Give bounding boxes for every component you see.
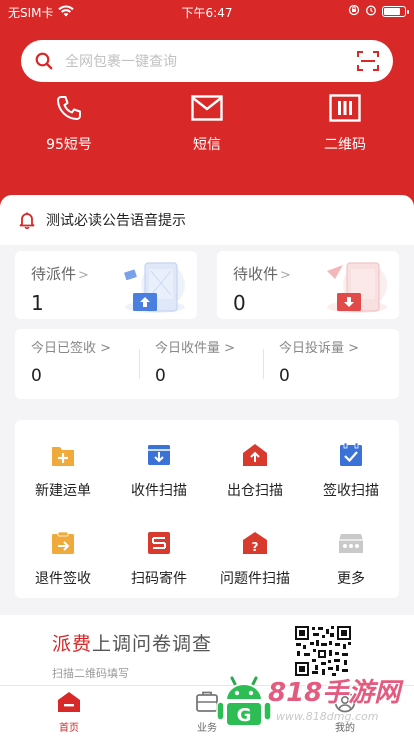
quick-action-label: 95短号 xyxy=(46,137,92,153)
announcement-bar[interactable]: 测试必读公告语音提示 xyxy=(0,195,414,245)
pending-delivery-card[interactable]: 待派件 > 1 xyxy=(15,251,197,319)
quick-action-short-number[interactable]: 95短号 xyxy=(14,94,124,154)
search-placeholder[interactable]: 全网包裹一键查询 xyxy=(65,51,357,71)
grid-item-label: 签收扫描 xyxy=(323,483,379,499)
status-bar: 无SIM卡 下午6:47 xyxy=(0,0,414,22)
function-grid: 新建运单 收件扫描 出仓扫描 签收扫描 退件签收 扫码寄件 ? 问题件扫描 更多 xyxy=(15,420,399,598)
banner-title-accent: 派费 xyxy=(52,633,93,655)
more-icon xyxy=(337,530,365,560)
announcement-text: 测试必读公告语音提示 xyxy=(46,213,186,229)
grid-item-label: 更多 xyxy=(337,571,365,587)
pending-delivery-count: 1 xyxy=(31,291,44,315)
grid-item-scan-send[interactable]: 扫码寄件 xyxy=(111,530,207,588)
phone-icon xyxy=(55,94,83,126)
stat-received-today[interactable]: 今日收件量 > 0 xyxy=(155,337,275,386)
watermark-text: 818手游网 xyxy=(268,678,401,708)
quick-actions: 95短号 短信 二维码 xyxy=(0,94,414,164)
grid-item-label: 退件签收 xyxy=(35,571,91,587)
outbound-scan-icon xyxy=(242,442,268,472)
scan-icon[interactable] xyxy=(357,50,379,72)
receive-scan-icon xyxy=(146,442,172,472)
android-mascot-icon: G xyxy=(216,674,272,736)
search-icon xyxy=(35,52,53,70)
home-icon xyxy=(57,691,81,717)
stat-value: 0 xyxy=(155,366,166,386)
quick-action-label: 短信 xyxy=(193,137,221,153)
grid-item-label: 出仓扫描 xyxy=(227,483,283,499)
alarm-icon xyxy=(365,4,377,19)
lock-rotation-icon xyxy=(348,4,360,19)
stat-divider xyxy=(139,349,140,379)
grid-item-return-sign[interactable]: 退件签收 xyxy=(15,530,111,588)
svg-text:?: ? xyxy=(252,540,259,554)
bell-icon xyxy=(18,211,36,229)
new-waybill-icon xyxy=(50,442,76,472)
pending-pickup-count: 0 xyxy=(233,291,246,315)
svg-text:G: G xyxy=(237,705,252,726)
grid-item-more[interactable]: 更多 xyxy=(303,530,399,588)
today-stats-panel: 今日已签收 > 0 今日收件量 > 0 今日投诉量 > 0 xyxy=(15,329,399,399)
stat-value: 0 xyxy=(279,366,290,386)
watermark-url: www.818dmg.com xyxy=(276,710,379,723)
quick-action-label: 二维码 xyxy=(324,137,366,153)
incoming-parcel-illustration xyxy=(313,257,389,319)
quick-action-qrcode[interactable]: 二维码 xyxy=(290,94,400,154)
sign-scan-icon xyxy=(338,442,364,472)
quick-action-sms[interactable]: 短信 xyxy=(152,94,262,154)
banner-subtitle: 扫描二维码填写 xyxy=(52,667,129,680)
qrcode-icon xyxy=(329,94,361,126)
grid-item-label: 新建运单 xyxy=(35,483,91,499)
chevron-right-icon: > xyxy=(100,341,112,356)
problem-scan-icon: ? xyxy=(242,530,268,560)
pending-pickup-card[interactable]: 待收件 > 0 xyxy=(217,251,399,319)
grid-item-label: 收件扫描 xyxy=(131,483,187,499)
chevron-right-icon: > xyxy=(78,268,89,283)
chevron-right-icon: > xyxy=(348,341,360,356)
search-bar[interactable]: 全网包裹一键查询 xyxy=(21,40,393,82)
stat-divider xyxy=(263,349,264,379)
outgoing-parcel-illustration xyxy=(111,257,187,319)
grid-item-label: 问题件扫描 xyxy=(220,571,290,587)
main-content: 待派件 > 1 待收件 > 0 今日已签收 > 0 今日收件量 > 0 今日投诉… xyxy=(0,245,414,685)
chevron-right-icon: > xyxy=(280,268,291,283)
grid-item-problem-scan[interactable]: ? 问题件扫描 xyxy=(207,530,303,588)
tab-home[interactable]: 首页 xyxy=(19,692,119,734)
grid-item-receive-scan[interactable]: 收件扫描 xyxy=(111,442,207,500)
grid-item-outbound-scan[interactable]: 出仓扫描 xyxy=(207,442,303,500)
stat-label: 今日收件量 xyxy=(155,341,221,356)
grid-item-new-waybill[interactable]: 新建运单 xyxy=(15,442,111,500)
banner-title: 派费上调问卷调查 xyxy=(52,629,212,656)
battery-icon xyxy=(382,6,409,17)
stat-label: 今日投诉量 xyxy=(279,341,345,356)
tab-label: 首页 xyxy=(59,723,79,734)
stat-complaints-today[interactable]: 今日投诉量 > 0 xyxy=(279,337,399,386)
site-watermark: G 818手游网 www.818dmg.com xyxy=(206,666,414,736)
grid-item-sign-scan[interactable]: 签收扫描 xyxy=(303,442,399,500)
chevron-right-icon: > xyxy=(224,341,236,356)
stat-signed-today[interactable]: 今日已签收 > 0 xyxy=(31,337,151,386)
mail-icon xyxy=(191,95,223,125)
card-title: 待派件 xyxy=(31,265,77,283)
card-title: 待收件 xyxy=(233,265,279,283)
scan-send-icon xyxy=(146,530,172,560)
banner-title-rest: 上调问卷调查 xyxy=(92,633,213,655)
stat-label: 今日已签收 xyxy=(31,341,97,356)
stat-value: 0 xyxy=(31,366,42,386)
return-sign-icon xyxy=(50,530,76,560)
grid-item-label: 扫码寄件 xyxy=(131,571,187,587)
